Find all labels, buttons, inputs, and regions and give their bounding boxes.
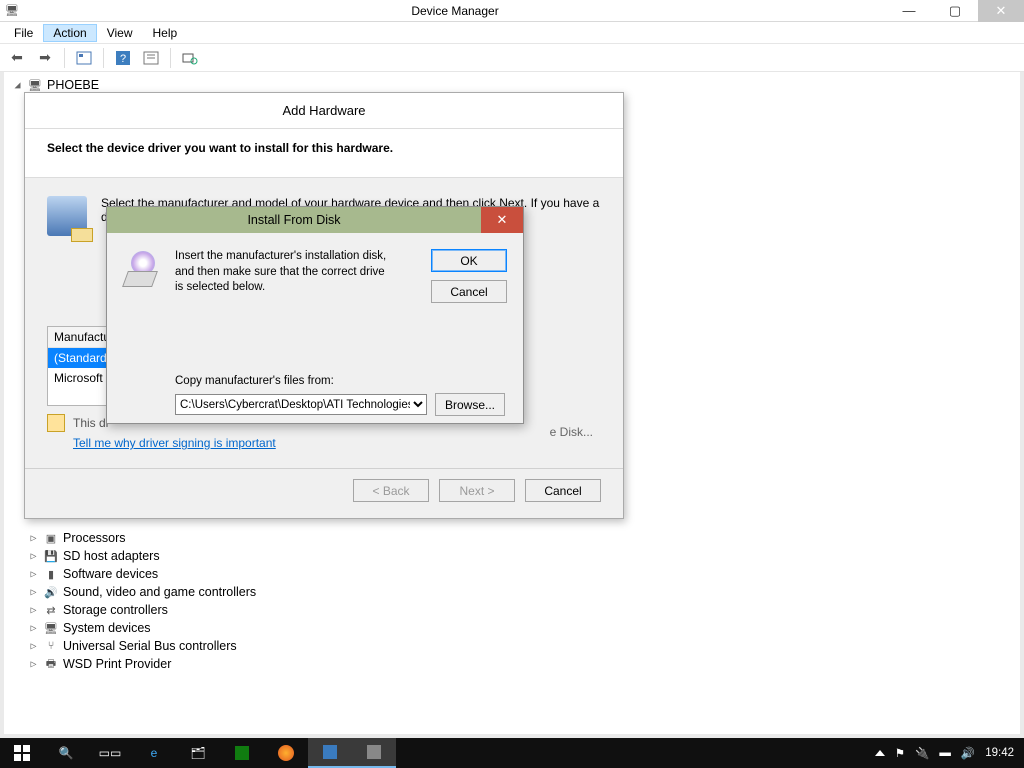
browse-button[interactable]: Browse... bbox=[435, 393, 505, 416]
taskbar[interactable]: 🔍 ▭▭ e 🗂 ⚑ 🔌 ▬ 🔊 19:42 bbox=[0, 738, 1024, 768]
chip-icon: ▣ bbox=[43, 530, 59, 546]
tree-node-label: Sound, video and game controllers bbox=[63, 585, 256, 599]
software-icon: ▮ bbox=[43, 566, 59, 582]
system-tray[interactable]: ⚑ 🔌 ▬ 🔊 19:42 bbox=[865, 746, 1024, 760]
storage-icon: ⇄ bbox=[43, 602, 59, 618]
expand-icon[interactable]: ▷ bbox=[28, 551, 39, 562]
taskbar-app-devmgr[interactable] bbox=[352, 738, 396, 768]
tree-node-label: Processors bbox=[63, 531, 126, 545]
tray-overflow-icon[interactable] bbox=[875, 750, 885, 756]
menu-help[interactable]: Help bbox=[143, 24, 188, 42]
scan-icon[interactable] bbox=[140, 47, 162, 69]
back-button[interactable]: < Back bbox=[353, 479, 429, 502]
printer-icon: 🖶 bbox=[43, 656, 59, 672]
menubar: File Action View Help bbox=[0, 22, 1024, 44]
tree-node-label: Software devices bbox=[63, 567, 158, 581]
copy-from-label: Copy manufacturer's files from: bbox=[175, 375, 334, 387]
disk-icon bbox=[121, 251, 161, 287]
taskbar-app-1[interactable] bbox=[308, 738, 352, 768]
tree-node[interactable]: ▷ 🖥 System devices bbox=[28, 619, 1020, 637]
expand-icon[interactable]: ▷ bbox=[28, 659, 39, 670]
wizard-heading: Select the device driver you want to ins… bbox=[25, 129, 623, 178]
usb-icon: ⑂ bbox=[43, 638, 59, 654]
toolbar-separator bbox=[103, 48, 104, 68]
toolbar-separator bbox=[64, 48, 65, 68]
ie-icon[interactable]: e bbox=[132, 738, 176, 768]
menu-view[interactable]: View bbox=[97, 24, 143, 42]
tree-node[interactable]: ▷ 💾 SD host adapters bbox=[28, 547, 1020, 565]
tree-node[interactable]: ▷ 🖶 WSD Print Provider bbox=[28, 655, 1020, 673]
expand-icon[interactable]: ▷ bbox=[28, 641, 39, 652]
computer-icon: 🖥 bbox=[27, 77, 43, 93]
cancel-button[interactable]: Cancel bbox=[431, 280, 507, 303]
expand-icon[interactable]: ▷ bbox=[28, 533, 39, 544]
signing-text: This dr bbox=[73, 416, 110, 430]
expand-icon[interactable]: ▷ bbox=[28, 605, 39, 616]
tree-root-label: PHOEBE bbox=[47, 78, 99, 92]
search-icon[interactable]: 🔍 bbox=[44, 738, 88, 768]
devices-icon[interactable] bbox=[179, 47, 201, 69]
tree-node[interactable]: ▷ ⇄ Storage controllers bbox=[28, 601, 1020, 619]
power-icon[interactable]: 🔌 bbox=[915, 746, 929, 760]
firefox-icon[interactable] bbox=[264, 738, 308, 768]
device-icon bbox=[47, 196, 87, 236]
window-titlebar: 🖥 Device Manager — ▢ ✕ bbox=[0, 0, 1024, 22]
tree-node[interactable]: ▷ ▣ Processors bbox=[28, 529, 1020, 547]
system-icon: 🖥 bbox=[43, 620, 59, 636]
cancel-button[interactable]: Cancel bbox=[525, 479, 601, 502]
ifd-message: Insert the manufacturer's installation d… bbox=[175, 249, 395, 296]
menu-action[interactable]: Action bbox=[43, 24, 96, 42]
forward-icon[interactable]: ➡ bbox=[34, 47, 56, 69]
ifd-titlebar[interactable]: Install From Disk ✕ bbox=[107, 207, 523, 233]
network-icon[interactable]: ▬ bbox=[939, 747, 951, 759]
expand-icon[interactable]: ▷ bbox=[28, 587, 39, 598]
explorer-icon[interactable]: 🗂 bbox=[176, 738, 220, 768]
app-icon: 🖥 bbox=[0, 4, 24, 17]
ifd-title-text: Install From Disk bbox=[107, 213, 481, 227]
flag-icon[interactable]: ⚑ bbox=[895, 746, 905, 760]
minimize-button[interactable]: — bbox=[886, 0, 932, 22]
tree-node-label: SD host adapters bbox=[63, 549, 160, 563]
next-button[interactable]: Next > bbox=[439, 479, 515, 502]
expand-icon[interactable]: ▷ bbox=[28, 569, 39, 580]
window-controls: — ▢ ✕ bbox=[886, 0, 1024, 22]
store-icon[interactable] bbox=[220, 738, 264, 768]
have-disk-button-partial[interactable]: e Disk... bbox=[550, 425, 593, 439]
maximize-button[interactable]: ▢ bbox=[932, 0, 978, 22]
show-hidden-icon[interactable] bbox=[73, 47, 95, 69]
signing-link[interactable]: Tell me why driver signing is important bbox=[73, 436, 276, 450]
wizard-buttons: < Back Next > Cancel bbox=[25, 469, 623, 518]
start-button[interactable] bbox=[0, 738, 44, 768]
tree-node[interactable]: ▷ ▮ Software devices bbox=[28, 565, 1020, 583]
tree-node-label: Universal Serial Bus controllers bbox=[63, 639, 237, 653]
collapse-icon[interactable]: ◢ bbox=[12, 80, 23, 91]
task-view-icon[interactable]: ▭▭ bbox=[88, 738, 132, 768]
menu-file[interactable]: File bbox=[4, 24, 43, 42]
svg-text:?: ? bbox=[120, 53, 126, 65]
close-icon[interactable]: ✕ bbox=[481, 207, 523, 233]
wizard-title: Add Hardware bbox=[25, 93, 623, 129]
tree-node-label: Storage controllers bbox=[63, 603, 168, 617]
tree-node-label: WSD Print Provider bbox=[63, 657, 171, 671]
tree-node-label: System devices bbox=[63, 621, 151, 635]
help-icon[interactable]: ? bbox=[112, 47, 134, 69]
toolbar-separator bbox=[170, 48, 171, 68]
tree-node[interactable]: ▷ 🔊 Sound, video and game controllers bbox=[28, 583, 1020, 601]
window-title: Device Manager bbox=[24, 4, 886, 18]
path-combobox[interactable]: C:\Users\Cybercrat\Desktop\ATI Technolog… bbox=[175, 394, 427, 415]
volume-icon[interactable]: 🔊 bbox=[961, 746, 975, 760]
expand-icon[interactable]: ▷ bbox=[28, 623, 39, 634]
ok-button[interactable]: OK bbox=[431, 249, 507, 272]
toolbar: ⬅ ➡ ? bbox=[0, 44, 1024, 72]
tree-node[interactable]: ▷ ⑂ Universal Serial Bus controllers bbox=[28, 637, 1020, 655]
certificate-icon bbox=[47, 414, 65, 432]
close-button[interactable]: ✕ bbox=[978, 0, 1024, 22]
clock[interactable]: 19:42 bbox=[985, 747, 1014, 759]
back-icon[interactable]: ⬅ bbox=[6, 47, 28, 69]
install-from-disk-dialog: Install From Disk ✕ Insert the manufactu… bbox=[106, 206, 524, 424]
speaker-icon: 🔊 bbox=[43, 584, 59, 600]
sd-icon: 💾 bbox=[43, 548, 59, 564]
